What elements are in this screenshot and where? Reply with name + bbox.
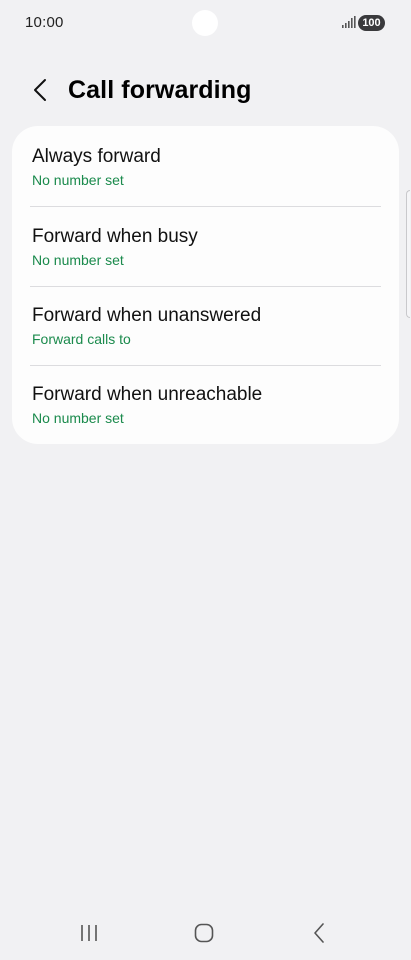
item-title: Forward when busy xyxy=(32,226,198,247)
item-subtitle: Forward calls to xyxy=(32,331,131,347)
camera-cutout xyxy=(192,10,218,36)
recent-apps-button[interactable] xyxy=(69,920,109,946)
list-item-forward-when-unanswered[interactable]: Forward when unanswered Forward calls to xyxy=(12,286,399,366)
status-bar: 10:00 100 xyxy=(0,0,411,46)
nav-back-button[interactable] xyxy=(299,920,339,946)
back-button[interactable] xyxy=(24,74,56,106)
app-header: Call forwarding xyxy=(0,68,411,114)
chevron-left-icon xyxy=(34,79,46,101)
battery-level-badge: 100 xyxy=(358,15,385,31)
call-forwarding-list: Always forward No number set Forward whe… xyxy=(12,126,399,444)
page-title: Call forwarding xyxy=(68,76,252,104)
item-title: Forward when unanswered xyxy=(32,305,262,326)
item-subtitle: No number set xyxy=(32,252,124,268)
recent-apps-icon xyxy=(81,925,97,941)
home-icon xyxy=(194,923,214,943)
item-title: Always forward xyxy=(32,146,161,167)
item-subtitle: No number set xyxy=(32,172,124,188)
list-item-always-forward[interactable]: Always forward No number set xyxy=(12,126,399,206)
list-item-forward-when-busy[interactable]: Forward when busy No number set xyxy=(12,206,399,286)
item-title: Forward when unreachable xyxy=(32,384,263,405)
scroll-indicator[interactable] xyxy=(406,190,410,318)
list-item-forward-when-unreachable[interactable]: Forward when unreachable No number set xyxy=(12,365,399,444)
home-button[interactable] xyxy=(184,920,224,946)
back-icon xyxy=(314,923,324,943)
navigation-bar xyxy=(0,908,411,960)
item-subtitle: No number set xyxy=(32,410,124,426)
signal-bars-icon xyxy=(342,16,356,28)
status-time: 10:00 xyxy=(25,14,64,31)
